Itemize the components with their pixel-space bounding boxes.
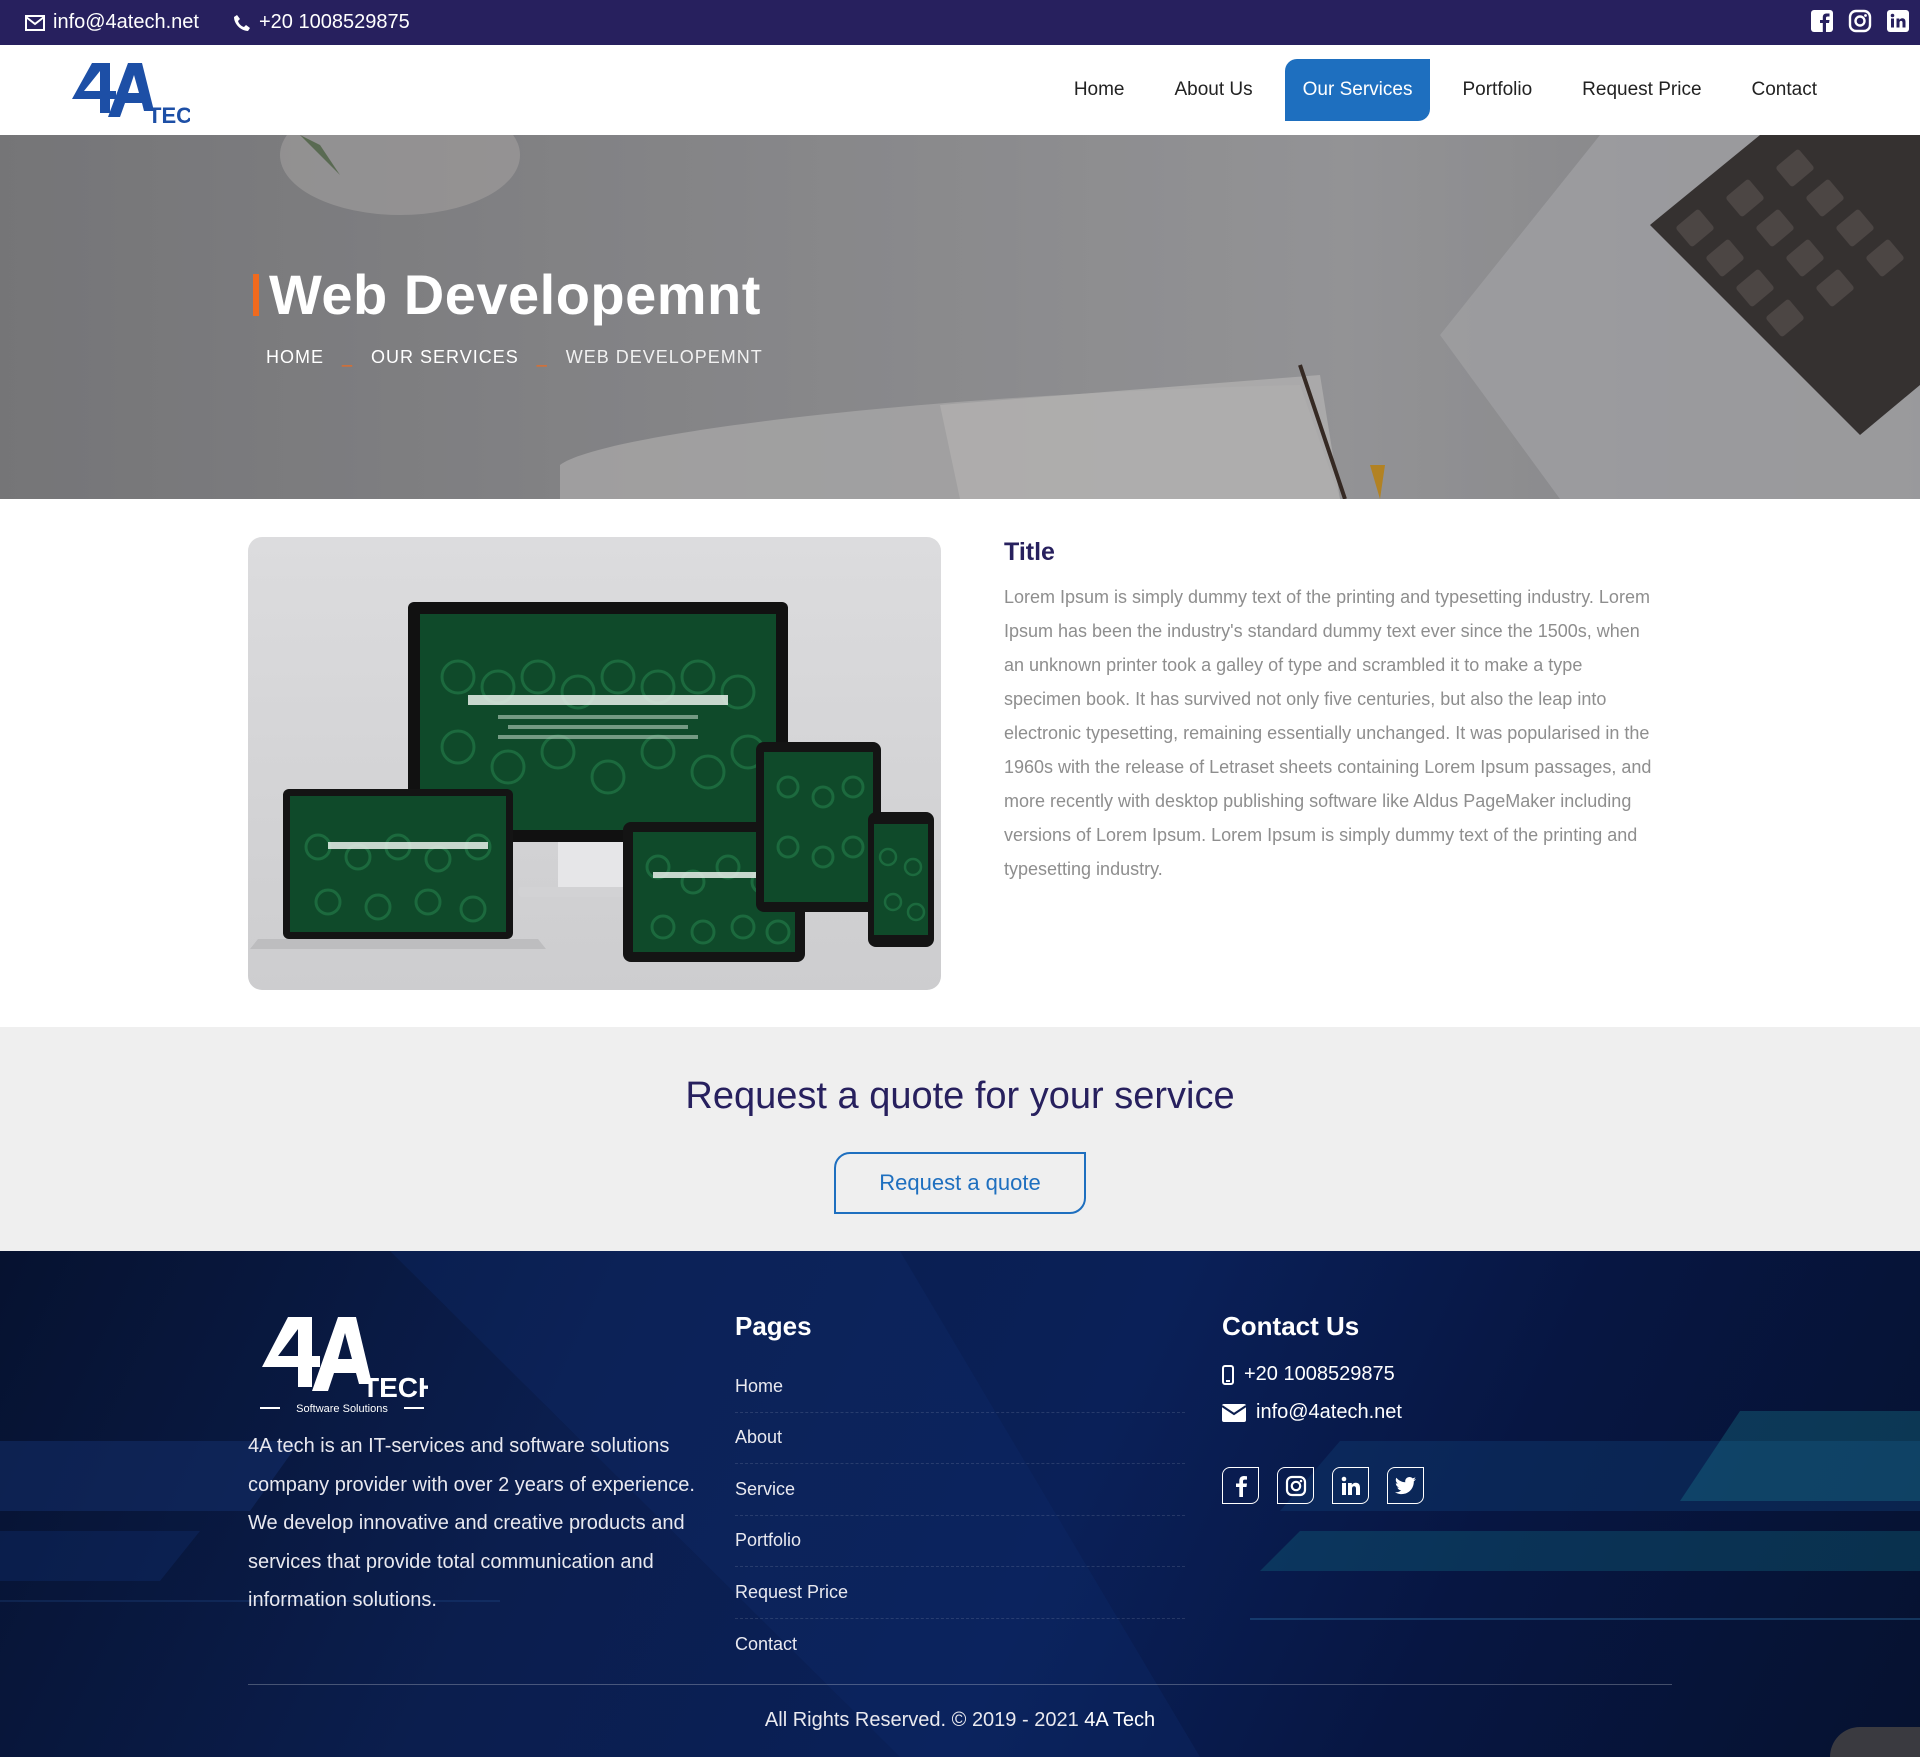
footer-pages-list: Home About Service Portfolio Request Pri… <box>735 1361 1185 1670</box>
footer-pages-title: Pages <box>735 1311 812 1341</box>
logo[interactable]: TECH <box>70 59 208 128</box>
footer-link-service[interactable]: Service <box>735 1464 1185 1516</box>
linkedin-icon[interactable] <box>1886 9 1910 33</box>
nav-contact[interactable]: Contact <box>1727 59 1842 121</box>
copyright-text: All Rights Reserved. © 2019 - 2021 <box>764 1709 1079 1731</box>
footer-contact-title: Contact Us <box>1222 1311 1360 1341</box>
topbar-phone-text: +20 1008529875 <box>259 11 410 33</box>
nav-request-price[interactable]: Request Price <box>1557 59 1726 121</box>
footer-phone[interactable]: +20 1008529875 <box>1222 1363 1395 1386</box>
main-nav: Home About Us Our Services Portfolio Req… <box>1049 59 1842 121</box>
nav-home[interactable]: Home <box>1049 59 1150 121</box>
linkedin-icon[interactable] <box>1332 1467 1369 1504</box>
hero-title-accent <box>253 273 259 316</box>
mail-icon <box>25 14 45 31</box>
copyright-brand[interactable]: 4A Tech <box>1084 1709 1155 1731</box>
footer-logo-tagline: Software Solutions <box>296 1403 388 1415</box>
hero-title-wrap: Web Developemnt <box>253 262 761 327</box>
svg-text:TECH: TECH <box>148 103 190 123</box>
topbar-social <box>1810 9 1910 33</box>
breadcrumb-home[interactable]: HOME <box>266 347 324 368</box>
instagram-icon[interactable] <box>1848 9 1872 33</box>
scroll-to-top-button[interactable] <box>1830 1727 1920 1757</box>
page-hero: Web Developemnt HOME _ OUR SERVICES _ WE… <box>0 135 1920 499</box>
page-title: Web Developemnt <box>269 263 761 326</box>
breadcrumb-separator: _ <box>342 347 354 367</box>
breadcrumb: HOME _ OUR SERVICES _ WEB DEVELOPEMNT <box>266 347 763 368</box>
footer-link-home[interactable]: Home <box>735 1361 1185 1413</box>
topbar-email-text: info@4atech.net <box>53 11 199 33</box>
footer-phone-text: +20 1008529875 <box>1244 1363 1395 1385</box>
footer-link-about[interactable]: About <box>735 1413 1185 1464</box>
nav-about-us[interactable]: About Us <box>1150 59 1278 121</box>
facebook-icon[interactable] <box>1222 1467 1259 1504</box>
footer-link-contact[interactable]: Contact <box>735 1619 1185 1671</box>
request-quote-button[interactable]: Request a quote <box>834 1152 1086 1214</box>
footer-email[interactable]: info@4atech.net <box>1222 1401 1402 1424</box>
copyright: All Rights Reserved. © 2019 - 2021 4A Te… <box>0 1709 1920 1732</box>
mobile-icon <box>1222 1364 1234 1385</box>
nav-our-services[interactable]: Our Services <box>1284 59 1431 121</box>
footer-email-text: info@4atech.net <box>1256 1401 1402 1423</box>
instagram-icon[interactable] <box>1277 1467 1314 1504</box>
footer-link-portfolio[interactable]: Portfolio <box>735 1516 1185 1567</box>
svg-text:TECH: TECH <box>362 1372 428 1403</box>
footer-link-request-price[interactable]: Request Price <box>735 1567 1185 1619</box>
envelope-icon <box>1222 1403 1246 1422</box>
content-text: Lorem Ipsum is simply dummy text of the … <box>1004 587 1652 879</box>
nav-portfolio[interactable]: Portfolio <box>1437 59 1557 121</box>
facebook-icon[interactable] <box>1810 9 1834 33</box>
service-image <box>248 537 941 990</box>
phone-icon <box>234 14 250 31</box>
quote-heading: Request a quote for your service <box>685 1075 1235 1117</box>
quote-section: Request a quote for your service Request… <box>0 1027 1920 1251</box>
content-title: Title <box>1004 538 1055 566</box>
footer-logo[interactable]: TECH Software Solutions <box>258 1311 438 1415</box>
breadcrumb-separator: _ <box>536 347 548 367</box>
breadcrumb-current: WEB DEVELOPEMNT <box>565 347 763 367</box>
footer-social <box>1222 1467 1424 1504</box>
footer-about-text: 4A tech is an IT-services and software s… <box>248 1435 695 1611</box>
twitter-icon[interactable] <box>1387 1467 1424 1504</box>
site-header: TECH Home About Us Our Services Portfoli… <box>0 45 1920 135</box>
topbar-phone[interactable]: +20 1008529875 <box>233 0 410 45</box>
top-bar: info@4atech.net +20 1008529875 <box>0 0 1920 45</box>
topbar-email[interactable]: info@4atech.net <box>25 0 199 45</box>
footer-divider <box>248 1684 1672 1685</box>
breadcrumb-our-services[interactable]: OUR SERVICES <box>371 347 519 368</box>
site-footer: TECH Software Solutions 4A tech is an IT… <box>0 1251 1920 1757</box>
